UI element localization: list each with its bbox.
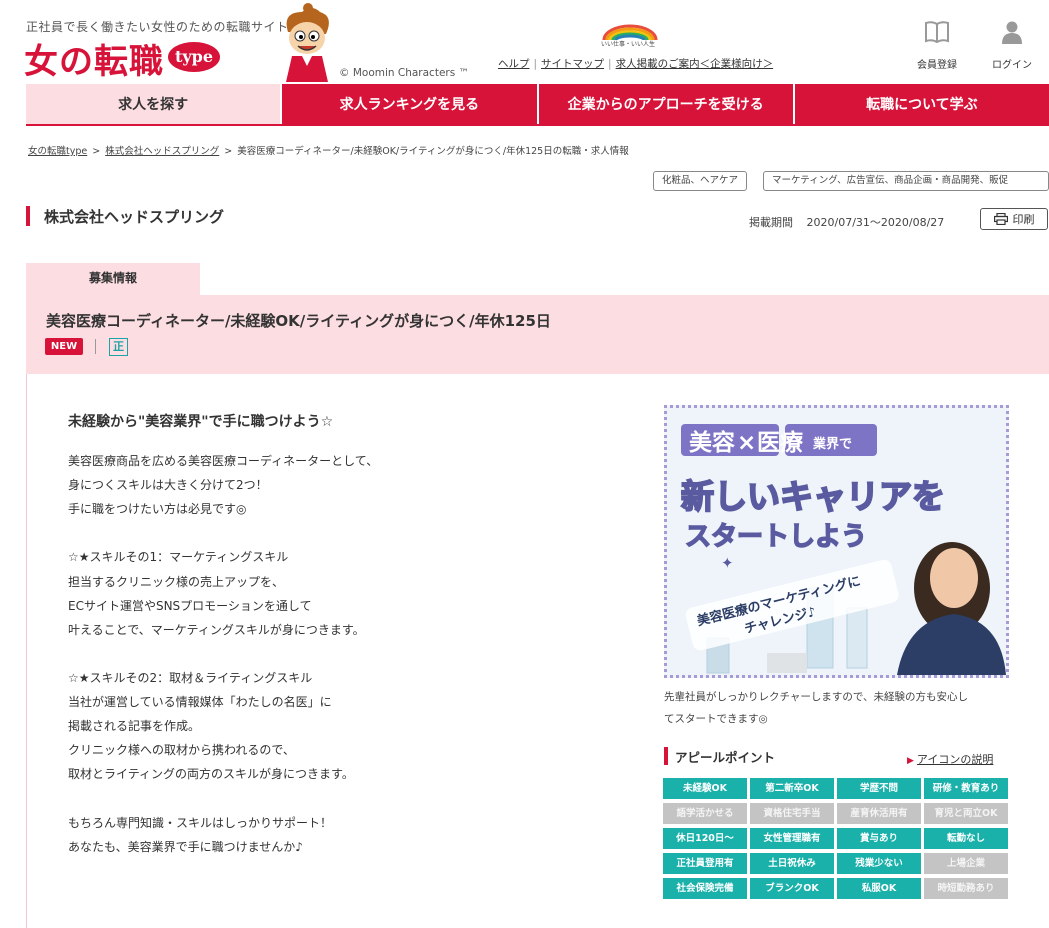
description-line: ECサイト運営やSNSプロモーションを通して [68, 598, 312, 613]
appeal-point-badge: 女性管理職有 [750, 828, 834, 849]
badge-divider [95, 339, 96, 354]
description-line: 叶えることで、マーケティングスキルが身につきます。 [68, 622, 365, 637]
content-headline: 未経験から"美容業界"で手に職つけよう☆ [68, 414, 334, 430]
appeal-point-badge: 時短勤務あり [924, 878, 1008, 899]
description-line: 手に職をつけたい方は必見です◎ [68, 502, 247, 517]
appeal-point-badge: 資格住宅手当 [750, 803, 834, 824]
appeal-point-badge: 上場企業 [924, 853, 1008, 874]
banner-beauty: 美容 [689, 429, 735, 456]
corporate-link[interactable]: 求人掲載のご案内＜企業様向け＞ [616, 58, 774, 70]
posting-period: 掲載期間 2020/07/31〜2020/08/27 [749, 214, 944, 230]
site-logo[interactable]: 女の転職 [24, 34, 164, 83]
nav-search-jobs[interactable]: 求人を探す [26, 84, 283, 124]
appeal-point-badge: 休日120日〜 [663, 828, 747, 849]
appeal-point-badge: 育児と両立OK [924, 803, 1008, 824]
breadcrumb-company[interactable]: 株式会社ヘッドスプリング [105, 146, 219, 157]
banner-caption-line1: 先輩社員がしっかりレクチャーしますので、未経験の方も安心し [664, 691, 968, 703]
banner-new-career: 新しいキャリアを [681, 477, 945, 516]
appeal-point-badge: 正社員登用有 [663, 853, 747, 874]
appeal-point-badge: 産育休活用有 [837, 803, 921, 824]
appeal-point-badge: 転勤なし [924, 828, 1008, 849]
logo-type-badge[interactable]: type [168, 42, 220, 72]
global-nav: 求人を探す 求人ランキングを見る 企業からのアプローチを受ける 転職について学ぶ [26, 84, 1049, 126]
period-dates: 2020/07/31〜2020/08/27 [806, 216, 945, 229]
rainbow-logo-text: いい仕事・いい人生 [601, 41, 656, 48]
appeal-point-badge: 残業少ない [837, 853, 921, 874]
recruit-header-box [26, 295, 1049, 374]
job-banner-image: 美容 × 医療 業界で 新しいキャリアを スタートしよう ✦ 美容医療のマーケテ… [664, 405, 1009, 678]
site-tagline: 正社員で長く働きたい女性のための転職サイト [26, 20, 289, 34]
appeal-point-badge: 語学活かせる [663, 803, 747, 824]
nav-ranking[interactable]: 求人ランキングを見る [282, 84, 539, 124]
industry-tag[interactable]: 化粧品、ヘアケア [653, 171, 748, 191]
period-label: 掲載期間 [749, 216, 793, 229]
appeal-points-grid: 未経験OK 第二新卒OK 学歴不問 研修・教育あり語学活かせる 資格住宅手当 産育休活用有… [663, 778, 1010, 899]
breadcrumb: 女の転職type > 株式会社ヘッドスプリング > 美容医療コーディネーター/未経験OK… [28, 146, 629, 157]
new-badge: NEW [45, 338, 83, 355]
job-title: 美容医療コーディネーター/未経験OK/ライティングが身につく/年休125日 [46, 312, 551, 330]
description-line: 取材とライティングの両方のスキルが身につきます。 [68, 767, 354, 782]
description-line: ☆★スキルその1：マーケティングスキル [68, 550, 289, 565]
appeal-point-badge: 学歴不問 [837, 778, 921, 799]
banner-medical: 医療 [757, 429, 804, 456]
user-icon [1002, 21, 1022, 44]
appeal-point-badge: 未経験OK [663, 778, 747, 799]
book-icon [925, 21, 949, 44]
nav-approach[interactable]: 企業からのアプローチを受ける [538, 84, 795, 124]
appeal-point-badge: ブランクOK [750, 878, 834, 899]
help-link[interactable]: ヘルプ [498, 58, 530, 70]
company-name: 株式会社ヘッドスプリング [44, 208, 225, 226]
description-line: もちろん専門知識・スキルはしっかりサポート！ [68, 815, 333, 830]
register-button[interactable]: 会員登録 [907, 20, 967, 71]
appeal-point-badge: 私服OK [837, 878, 921, 899]
description-line: クリニック様への取材から携われるので、 [68, 743, 295, 758]
site-header: 正社員で長く働きたい女性のための転職サイト 女の転職 type © Moomin… [0, 0, 1049, 84]
banner-cross: × [737, 430, 756, 456]
appeal-point-badge: 賞与あり [837, 828, 921, 849]
mascot-character-icon [286, 3, 329, 82]
description-line: 担当するクリニック様の売上アップを、 [68, 574, 285, 589]
icon-explanation-label: アイコンの説明 [916, 753, 994, 766]
register-label: 会員登録 [917, 60, 957, 71]
top-links: ヘルプ | サイトマップ | 求人掲載のご案内＜企業様向け＞ [498, 58, 774, 70]
sitemap-link[interactable]: サイトマップ [541, 58, 604, 70]
banner-start: スタートしよう [685, 522, 867, 552]
breadcrumb-home[interactable]: 女の転職type [28, 146, 87, 157]
print-label: 印刷 [1012, 213, 1035, 226]
recruit-tab[interactable]: 募集情報 [26, 263, 200, 295]
nav-learn[interactable]: 転職について学ぶ [794, 84, 1049, 124]
job-category-tag[interactable]: マーケティング、広告宣伝、商品企画・商品開発、販促 [763, 171, 1049, 191]
description-line: ☆★スキルその2：取材＆ライティングスキル [68, 670, 313, 685]
triangle-right-icon: ▶ [907, 756, 914, 766]
description-line: あなたも、美容業界で手に職つけませんか♪ [68, 839, 303, 854]
description-line: 当社が運営している情報媒体「わたしの名医」に [68, 695, 332, 709]
description-line: 掲載される記事を作成。 [68, 719, 201, 734]
description-line: 美容医療商品を広める美容医療コーディネーターとして、 [68, 454, 379, 468]
login-button[interactable]: ログイン [982, 20, 1042, 71]
appeal-point-badge: 土日祝休み [750, 853, 834, 874]
printer-icon [993, 213, 1008, 225]
appeal-point-badge: 第二新卒OK [750, 778, 834, 799]
copyright-text: © Moomin Characters ™ [339, 67, 470, 79]
appeal-title: アピールポイント [675, 750, 776, 765]
company-accent-bar [26, 206, 30, 226]
breadcrumb-current: 美容医療コーディネーター/未経験OK/ライティングが身につく/年休125日の転職… [237, 146, 629, 157]
fulltime-badge: 正 [109, 338, 128, 356]
print-button[interactable]: 印刷 [980, 208, 1048, 230]
sparkle-icon: ✦ [721, 554, 734, 572]
appeal-accent-bar [664, 747, 668, 765]
banner-caption-line2: てスタートできます◎ [664, 713, 768, 725]
appeal-point-badge: 社会保険完備 [663, 878, 747, 899]
icon-explanation-link[interactable]: ▶ アイコンの説明 [907, 751, 993, 767]
login-label: ログイン [992, 60, 1032, 71]
banner-industry: 業界で [812, 436, 852, 452]
banner-illustration: 美容 × 医療 業界で 新しいキャリアを スタートしよう ✦ 美容医療のマーケテ… [667, 408, 1006, 675]
description-line: 身につくスキルは大きく分けて2つ！ [68, 478, 268, 493]
appeal-point-badge: 研修・教育あり [924, 778, 1008, 799]
